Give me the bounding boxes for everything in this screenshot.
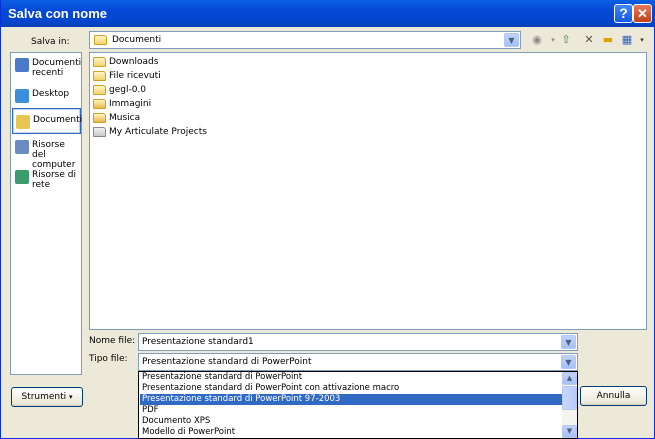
file-name: Downloads	[109, 57, 159, 67]
chevron-down-icon: ▾	[69, 393, 73, 401]
places-bar: Documenti recenti Desktop Documenti Riso…	[10, 52, 82, 375]
place-documents[interactable]: Documenti	[12, 108, 83, 134]
desktop-icon	[15, 89, 29, 103]
list-item[interactable]: My Articulate Projects	[93, 125, 207, 139]
delete-icon[interactable]: ✕	[581, 33, 597, 47]
save-in-combo[interactable]: Documenti ▼	[89, 31, 521, 49]
place-label: Risorse del computer	[32, 140, 76, 170]
network-icon	[15, 170, 29, 184]
folder-icon	[93, 71, 106, 81]
chevron-down-icon[interactable]: ▼	[561, 335, 576, 349]
back-icon[interactable]: ◉	[529, 33, 545, 47]
file-name: My Articulate Projects	[109, 127, 207, 137]
save-as-dialog: Salva con nome ? ✕ Salva in: Documenti ▼…	[0, 0, 655, 439]
filetype-dropdown-list[interactable]: Presentazione standard di PowerPoint Pre…	[138, 371, 578, 439]
filename-label: Nome file:	[89, 336, 136, 346]
special-folder-icon	[93, 127, 106, 137]
filetype-label: Tipo file:	[89, 354, 128, 364]
list-item[interactable]: Immagini	[93, 97, 151, 111]
file-list[interactable]: Downloads File ricevuti gegl-0.0 Immagin…	[89, 52, 647, 330]
save-in-value: Documenti	[112, 35, 162, 45]
my-computer-icon	[15, 140, 29, 154]
place-computer[interactable]: Risorse del computer	[12, 137, 81, 170]
place-label: Documenti	[33, 115, 83, 125]
views-dropdown-icon[interactable]: ▾	[634, 33, 650, 47]
list-item[interactable]: File ricevuti	[93, 69, 161, 83]
place-label: Documenti recenti	[32, 58, 82, 78]
scroll-down-icon[interactable]: ▼	[562, 425, 577, 438]
scroll-up-icon[interactable]: ▲	[562, 372, 577, 385]
list-item[interactable]: Downloads	[93, 55, 158, 69]
new-folder-icon[interactable]: ▬	[600, 33, 616, 47]
folder-icon	[93, 57, 106, 67]
dropdown-scrollbar[interactable]: ▲ ▼	[562, 372, 577, 438]
file-name: Musica	[109, 113, 141, 123]
list-item[interactable]: Musica	[93, 111, 140, 125]
filetype-option[interactable]: Presentazione standard di PowerPoint	[140, 372, 563, 383]
folder-icon	[93, 113, 106, 123]
filetype-option-selected[interactable]: Presentazione standard di PowerPoint 97-…	[140, 394, 563, 405]
filename-value: Presentazione standard1	[142, 337, 254, 347]
save-in-label: Salva in:	[31, 37, 70, 47]
folder-icon	[93, 99, 106, 109]
folder-icon	[93, 85, 106, 95]
chevron-down-icon[interactable]: ▼	[561, 355, 576, 369]
place-recent[interactable]: Documenti recenti	[12, 55, 81, 85]
place-label: Risorse di rete	[32, 170, 76, 190]
file-name: File ricevuti	[109, 71, 161, 81]
title-bar: Salva con nome	[1, 0, 655, 27]
up-folder-icon[interactable]: ⇧	[558, 33, 574, 47]
my-documents-icon	[16, 115, 30, 129]
tools-button[interactable]: Strumenti ▾	[11, 387, 83, 407]
recent-docs-icon	[15, 58, 29, 72]
scroll-thumb[interactable]	[562, 386, 577, 410]
filename-input[interactable]: Presentazione standard1 ▼	[138, 333, 578, 351]
close-button[interactable]: ✕	[633, 4, 652, 23]
place-network[interactable]: Risorse di rete	[12, 167, 81, 197]
tools-label: Strumenti	[21, 392, 67, 402]
cancel-button[interactable]: Annulla	[580, 386, 647, 406]
file-name: Immagini	[109, 99, 152, 109]
filetype-value: Presentazione standard di PowerPoint	[142, 357, 312, 367]
filetype-select[interactable]: Presentazione standard di PowerPoint ▼	[138, 353, 578, 371]
chevron-down-icon[interactable]: ▼	[504, 33, 519, 47]
filetype-option[interactable]: Modello di PowerPoint	[140, 427, 563, 438]
file-name: gegl-0.0	[109, 85, 147, 95]
list-item[interactable]: gegl-0.0	[93, 83, 146, 97]
filetype-option[interactable]: Documento XPS	[140, 416, 563, 427]
window-title: Salva con nome	[8, 6, 107, 21]
folder-icon	[94, 35, 107, 45]
filetype-option[interactable]: PDF	[140, 405, 563, 416]
filetype-option[interactable]: Presentazione standard di PowerPoint con…	[140, 383, 563, 394]
help-button[interactable]: ?	[614, 4, 633, 23]
views-icon[interactable]: ▦	[619, 33, 635, 47]
